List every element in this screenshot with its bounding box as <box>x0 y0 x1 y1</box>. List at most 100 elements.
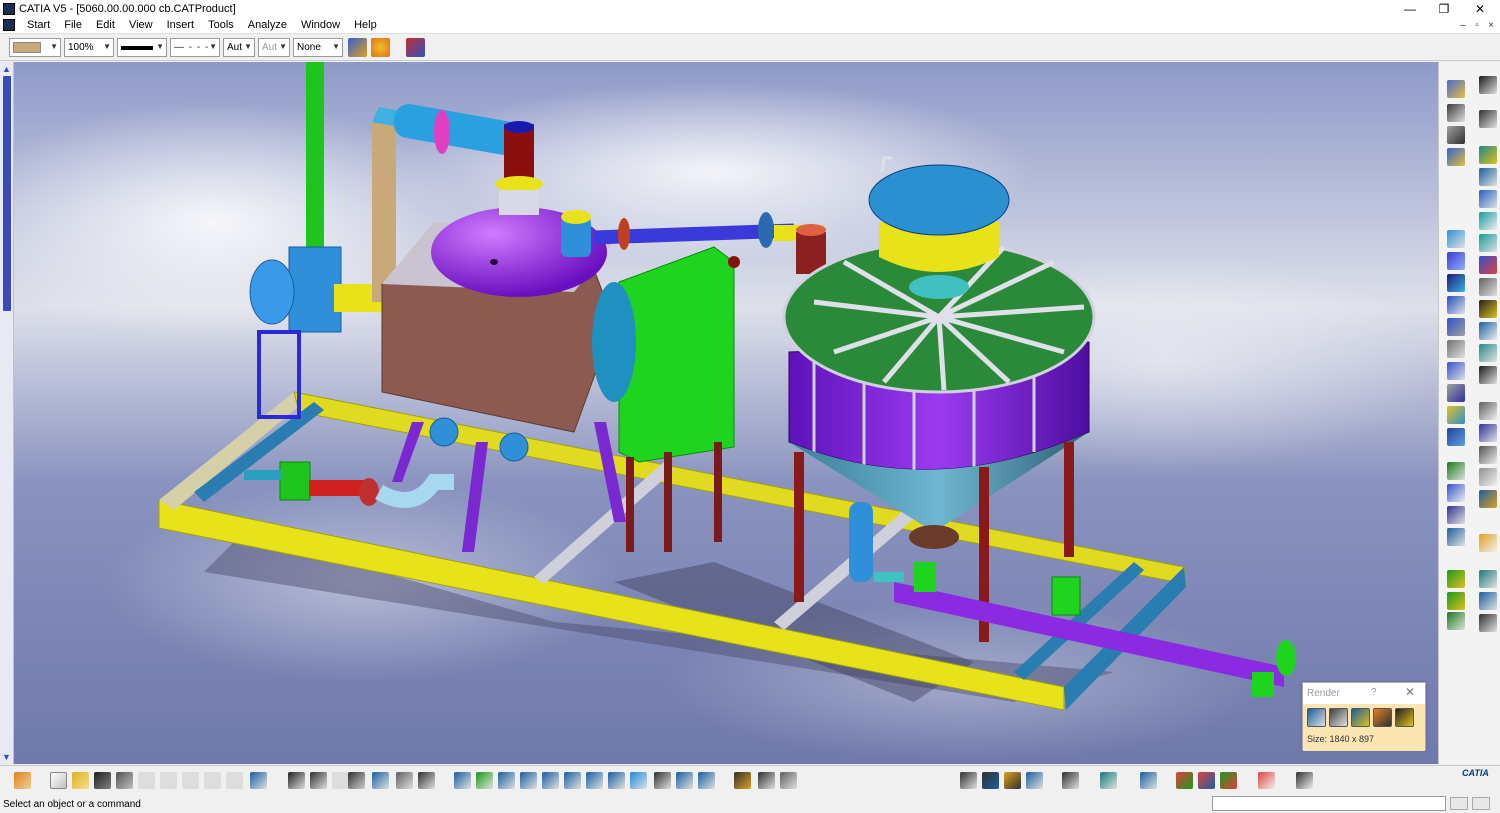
render-panel-header[interactable]: Render ? ✕ <box>1303 683 1425 704</box>
shooting-icon[interactable] <box>1351 708 1370 727</box>
graph-tree-icon[interactable] <box>1479 256 1497 274</box>
scroll-down-icon[interactable]: ▼ <box>2 752 11 762</box>
catalog-material-icon[interactable] <box>1176 772 1193 789</box>
format-painter-icon[interactable] <box>348 38 367 57</box>
shading-icon[interactable] <box>654 772 671 789</box>
fill-color-combo[interactable]: ▼ <box>9 38 61 57</box>
product-structure-icon[interactable] <box>1447 80 1465 98</box>
catia-app-icon[interactable] <box>3 2 15 15</box>
cut-icon[interactable] <box>138 772 155 789</box>
pan-icon[interactable] <box>498 772 515 789</box>
rotate-icon[interactable] <box>520 772 537 789</box>
analysis-icon[interactable] <box>960 772 977 789</box>
maximize-button[interactable]: ❐ <box>1427 0 1461 17</box>
law-icon[interactable] <box>332 772 349 789</box>
scene-editor-icon[interactable] <box>1198 772 1215 789</box>
line-thickness-combo[interactable]: ▼ <box>117 38 167 57</box>
smart-move-icon[interactable] <box>1479 402 1497 420</box>
camera-icon[interactable] <box>1373 708 1392 727</box>
move-icon[interactable] <box>1447 126 1465 144</box>
snap-grid-icon[interactable] <box>1258 772 1275 789</box>
menu-window[interactable]: Window <box>294 19 347 31</box>
angle-icon[interactable] <box>1447 318 1465 336</box>
catalog-browser-icon[interactable] <box>372 772 389 789</box>
flag-note-icon[interactable] <box>1479 446 1497 464</box>
new-product-icon[interactable] <box>1479 212 1497 230</box>
power-input-field[interactable] <box>1212 796 1446 811</box>
multi-instantiation-icon[interactable] <box>1479 344 1497 362</box>
properties-wizard-icon[interactable] <box>406 38 425 57</box>
contact-icon[interactable] <box>1447 274 1465 292</box>
graphic-properties-icon[interactable] <box>371 38 390 57</box>
light-icon[interactable] <box>1004 772 1021 789</box>
menu-insert[interactable]: Insert <box>160 19 202 31</box>
weld-icon[interactable] <box>1479 468 1497 486</box>
settings-gear-icon[interactable] <box>780 772 797 789</box>
copy-icon[interactable] <box>160 772 177 789</box>
status-button[interactable] <box>1472 797 1490 810</box>
print-icon[interactable] <box>116 772 133 789</box>
transparency-combo[interactable]: 100% ▼ <box>64 38 114 57</box>
axis-icon[interactable] <box>1296 772 1313 789</box>
lock-icon[interactable] <box>982 772 999 789</box>
clash-icon[interactable] <box>1447 484 1465 502</box>
select-icon[interactable] <box>1479 534 1497 552</box>
selective-load-icon[interactable] <box>1479 300 1497 318</box>
paste-icon[interactable] <box>182 772 199 789</box>
fly-mode-icon[interactable] <box>454 772 471 789</box>
bill-of-material-icon[interactable] <box>1479 614 1497 632</box>
scenes-browser-icon[interactable] <box>1479 570 1497 588</box>
3d-model-render[interactable] <box>14 62 1438 764</box>
menu-file[interactable]: File <box>57 19 89 31</box>
components-icon[interactable] <box>1447 104 1465 122</box>
texture-icon[interactable] <box>1140 772 1157 789</box>
replace-component-icon[interactable] <box>1479 234 1497 252</box>
explode-icon[interactable] <box>1447 462 1465 480</box>
scroll-thumb[interactable] <box>3 76 11 311</box>
menu-view[interactable]: View <box>122 19 160 31</box>
swap-icon[interactable] <box>418 772 435 789</box>
multi-view-icon[interactable] <box>608 772 625 789</box>
document-icon[interactable] <box>3 19 15 31</box>
existing-component-icon[interactable] <box>1479 168 1497 186</box>
constraint-icon[interactable] <box>1447 230 1465 248</box>
table-icon[interactable] <box>348 772 365 789</box>
distance-icon[interactable] <box>1447 528 1465 546</box>
fix-icon[interactable] <box>1447 340 1465 358</box>
help-icon[interactable]: ? <box>1371 687 1377 698</box>
update-icon[interactable] <box>1479 366 1497 384</box>
sectioning-icon[interactable] <box>1447 506 1465 524</box>
workbench-icon[interactable] <box>14 772 31 789</box>
layer-combo[interactable]: None ▼ <box>293 38 343 57</box>
annotation-icon[interactable] <box>1447 592 1465 610</box>
menu-edit[interactable]: Edit <box>89 19 122 31</box>
menu-help[interactable]: Help <box>347 19 384 31</box>
minimize-button[interactable]: — <box>1393 0 1427 17</box>
zoom-in-icon[interactable] <box>542 772 559 789</box>
redo-icon[interactable] <box>226 772 243 789</box>
measure-icon[interactable] <box>1479 76 1497 94</box>
rendering-style-combo[interactable]: Aut ▼ <box>258 38 290 57</box>
close-icon[interactable]: ✕ <box>1405 685 1415 699</box>
point-type-combo[interactable]: Aut ▼ <box>223 38 255 57</box>
quick-constraint-icon[interactable] <box>1447 384 1465 402</box>
menu-analyze[interactable]: Analyze <box>241 19 294 31</box>
enhanced-scene-icon[interactable] <box>1479 592 1497 610</box>
status-button[interactable] <box>1450 797 1468 810</box>
knowledge-icon[interactable] <box>310 772 327 789</box>
render-settings-icon[interactable] <box>1329 708 1348 727</box>
environment-icon[interactable] <box>1026 772 1043 789</box>
mdi-close-button[interactable]: × <box>1483 17 1499 34</box>
scroll-up-icon[interactable]: ▲ <box>2 64 11 74</box>
close-button[interactable]: ✕ <box>1463 0 1497 17</box>
scene-icon[interactable] <box>1447 570 1465 588</box>
fix-together-icon[interactable] <box>1447 362 1465 380</box>
new-part-icon[interactable] <box>1479 190 1497 208</box>
ambient-icon[interactable] <box>1220 772 1237 789</box>
save-image-icon[interactable] <box>1395 708 1414 727</box>
zoom-out-icon[interactable] <box>564 772 581 789</box>
text-annotation-icon[interactable] <box>1479 424 1497 442</box>
swap-visible-space-icon[interactable] <box>698 772 715 789</box>
new-document-icon[interactable] <box>50 772 67 789</box>
save-icon[interactable] <box>94 772 111 789</box>
